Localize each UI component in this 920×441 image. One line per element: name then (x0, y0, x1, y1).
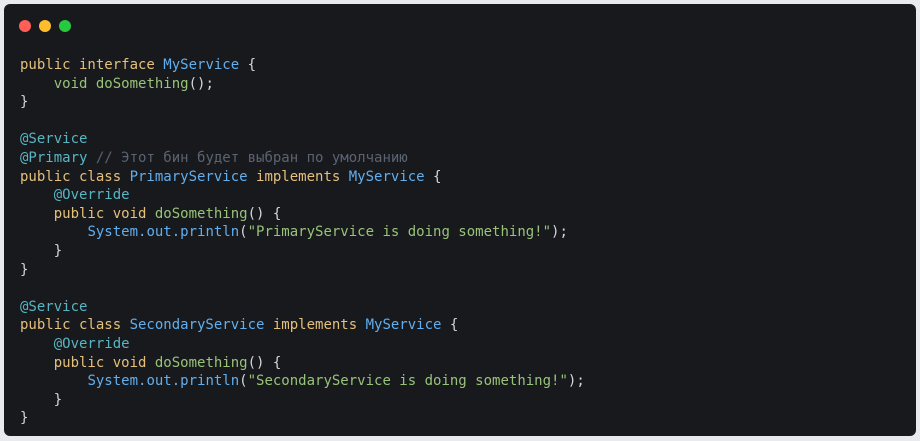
code-token: public interface (20, 57, 164, 73)
code-token: } (20, 242, 63, 259)
code-line: } (20, 409, 585, 428)
code-token: doSomething (154, 354, 248, 371)
code-line: @Service (20, 130, 585, 149)
code-token: () { (247, 205, 282, 222)
code-token: ); (567, 373, 585, 390)
code-token: public void (53, 205, 155, 222)
code-token: SecondaryService (129, 317, 265, 334)
code-token: } (20, 261, 29, 278)
code-token: implements (247, 168, 349, 185)
code-block: public interface MyService { void doSome… (20, 56, 585, 428)
code-line: } (20, 93, 585, 112)
code-token: void (53, 75, 96, 92)
code-line: @Service (20, 298, 585, 317)
code-token: implements (264, 317, 366, 334)
code-token: { (239, 57, 257, 73)
code-line: void doSomething(); (20, 75, 585, 94)
code-line: } (20, 242, 585, 261)
code-line: } (20, 261, 585, 280)
code-token: } (20, 94, 29, 111)
code-token: PrimaryService (129, 168, 248, 185)
code-line: public class SecondaryService implements… (20, 316, 585, 335)
code-token: @Service (20, 298, 88, 315)
code-token: doSomething (154, 205, 248, 222)
code-token: { (424, 168, 442, 185)
code-token: doSomething (95, 75, 189, 92)
maximize-window-button[interactable] (59, 20, 71, 32)
code-token: ( (239, 373, 248, 390)
code-token: @Override (53, 335, 130, 352)
code-token: public class (20, 317, 130, 334)
code-line: System.out.println("SecondaryService is … (20, 372, 585, 391)
code-token: ); (551, 224, 568, 241)
code-line: public void doSomething() { (20, 354, 585, 373)
code-token: // Этот бин будет выбран по умолчанию (87, 149, 408, 166)
code-line: @Primary // Этот бин будет выбран по умо… (20, 149, 585, 168)
code-token: MyService (163, 57, 240, 73)
code-token: public void (53, 354, 155, 371)
code-line: public interface MyService { (20, 56, 585, 75)
code-token: @Override (53, 187, 130, 204)
code-token: @Primary (20, 149, 88, 166)
code-line: @Override (20, 335, 585, 354)
window-titlebar (4, 4, 916, 44)
code-token: MyService (348, 168, 425, 185)
code-token: "SecondaryService is doing something!" (247, 373, 568, 390)
minimize-window-button[interactable] (39, 20, 51, 32)
code-token: MyService (365, 317, 442, 334)
code-line: @Override (20, 186, 585, 205)
code-line: public class PrimaryService implements M… (20, 168, 585, 187)
code-token: (); (188, 75, 214, 92)
code-token: System.out.println (87, 224, 240, 241)
code-token: () { (247, 354, 282, 371)
code-token: public class (20, 168, 130, 185)
code-line: public void doSomething() { (20, 205, 585, 224)
code-token: } (20, 391, 63, 408)
code-token: { (441, 317, 459, 334)
code-line: } (20, 391, 585, 410)
code-token: @Service (20, 131, 88, 148)
code-token: "PrimaryService is doing something!" (247, 224, 552, 241)
code-token: ( (239, 224, 248, 241)
code-line: System.out.println("PrimaryService is do… (20, 223, 585, 242)
close-window-button[interactable] (19, 20, 31, 32)
code-window: public interface MyService { void doSome… (4, 4, 916, 436)
code-token: } (20, 410, 29, 427)
code-token: System.out.println (87, 373, 240, 390)
